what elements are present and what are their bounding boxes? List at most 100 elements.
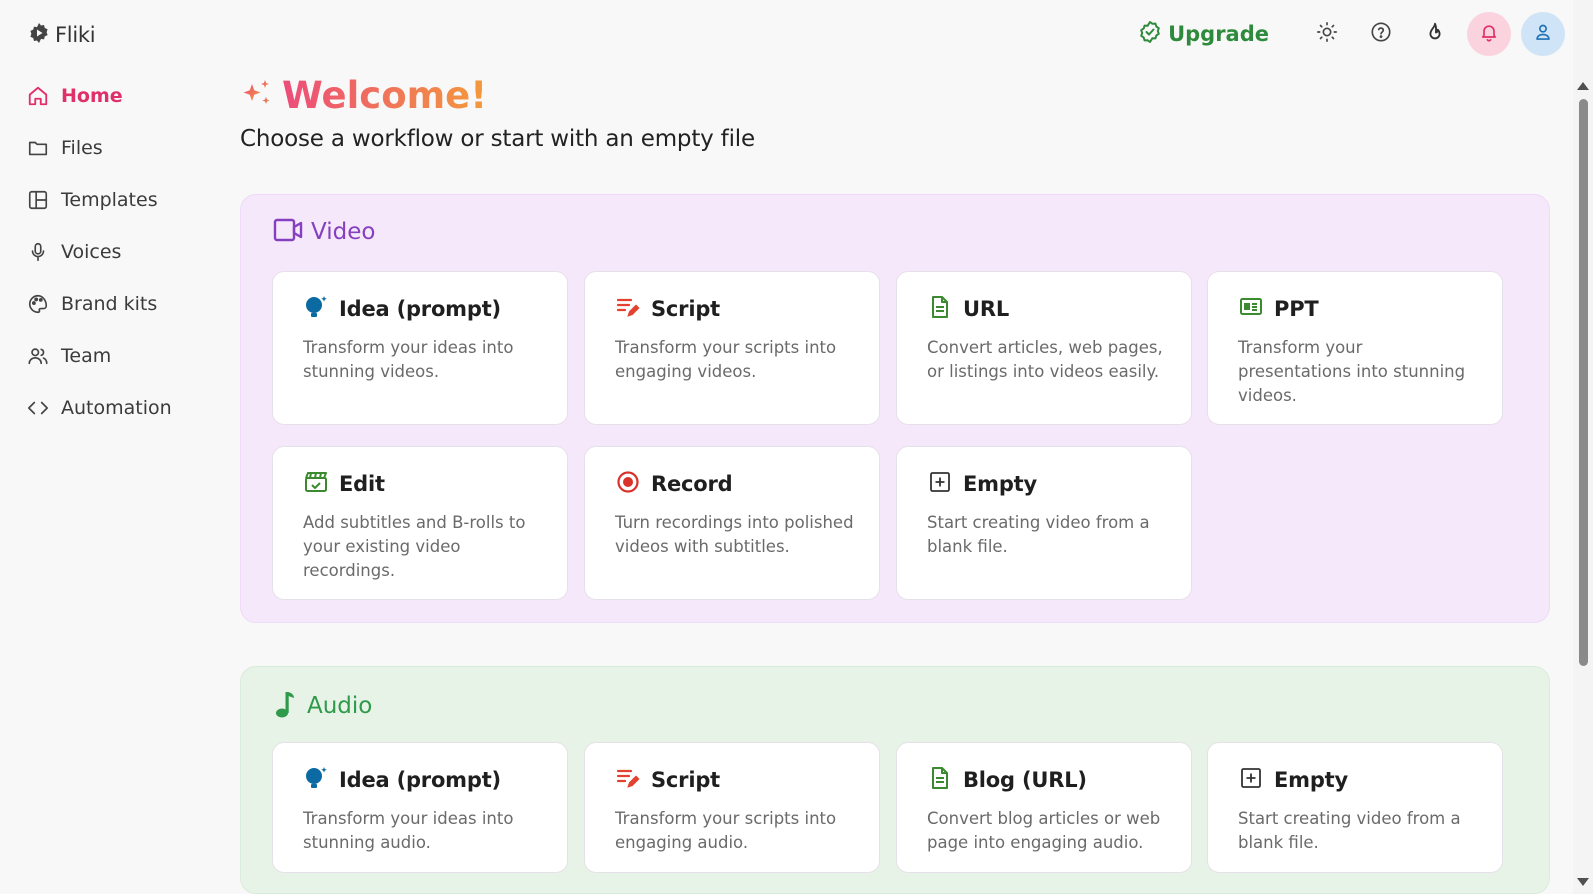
card-title: Empty [1274,768,1348,792]
help-icon [1370,21,1392,47]
audio-card-idea[interactable]: Idea (prompt) Transform your ideas into … [272,742,568,873]
sidebar-item-home[interactable]: Home [16,70,206,122]
streak-button[interactable] [1413,12,1457,56]
sidebar-item-automation[interactable]: Automation [16,382,206,434]
sidebar-item-label: Files [61,137,103,159]
palette-icon [27,293,49,315]
video-card-ppt[interactable]: PPT Transform your presentations into st… [1207,271,1503,425]
card-header: Idea (prompt) [303,294,543,324]
help-button[interactable] [1359,12,1403,56]
account-button[interactable] [1521,12,1565,56]
video-card-idea[interactable]: Idea (prompt) Transform your ideas into … [272,271,568,425]
video-card-script[interactable]: Script Transform your scripts into engag… [584,271,880,425]
flame-icon [1424,21,1446,47]
card-description: Convert articles, web pages, or listings… [927,338,1163,381]
plus-square-icon [927,469,953,499]
document-icon [927,294,953,324]
scroll-down-arrow-icon[interactable] [1577,878,1589,886]
sparkles-icon [240,76,274,114]
welcome-title: Welcome! [282,73,488,117]
card-description: Transform your ideas into stunning audio… [303,809,514,852]
sidebar-item-templates[interactable]: Templates [16,174,206,226]
idea-icon [303,294,329,324]
sidebar-item-label: Brand kits [61,293,158,315]
audio-card-script[interactable]: Script Transform your scripts into engag… [584,742,880,873]
record-icon [615,469,641,499]
page-scrollbar[interactable] [1573,0,1593,894]
card-header: Record [615,469,855,499]
sidebar-item-files[interactable]: Files [16,122,206,174]
video-section-header: Video [273,217,375,247]
music-note-icon [273,689,299,723]
sun-icon [1316,21,1338,47]
card-header: Script [615,294,855,324]
card-title: Record [651,472,733,496]
card-header: Blog (URL) [927,765,1167,795]
audio-section-title: Audio [307,693,373,719]
sidebar-nav: Home Files Templates Voices Brand kits T… [16,70,206,434]
clapper-icon [303,469,329,499]
video-card-record[interactable]: Record Turn recordings into polished vid… [584,446,880,600]
card-description: Transform your presentations into stunni… [1238,338,1466,405]
main-content: Welcome! Choose a workflow or start with… [240,70,1550,153]
app-name: Fliki [55,23,96,47]
card-title: Empty [963,472,1037,496]
document-icon [927,765,953,795]
mic-icon [27,241,49,263]
card-header: Idea (prompt) [303,765,543,795]
audio-card-empty[interactable]: Empty Start creating video from a blank … [1207,742,1503,873]
sidebar-item-voices[interactable]: Voices [16,226,206,278]
layout-icon [27,189,49,211]
user-icon [1533,22,1553,46]
plus-square-icon [1238,765,1264,795]
sidebar-item-team[interactable]: Team [16,330,206,382]
video-section-title: Video [311,219,376,245]
script-icon [615,765,641,795]
card-description: Start creating video from a blank file. [927,513,1150,556]
sidebar-item-label: Team [61,345,112,367]
video-card-edit[interactable]: Edit Add subtitles and B-rolls to your e… [272,446,568,600]
presentation-icon [1238,294,1264,324]
sidebar-item-label: Templates [61,189,158,211]
card-header: PPT [1238,294,1478,324]
sidebar-item-brand-kits[interactable]: Brand kits [16,278,206,330]
video-section: Video Idea (prompt) Transform your ideas… [240,194,1550,623]
audio-section: Audio Idea (prompt) Transform your ideas… [240,666,1550,894]
theme-toggle-button[interactable] [1305,12,1349,56]
card-title: Script [651,768,720,792]
card-description: Add subtitles and B-rolls to your existi… [303,513,526,580]
card-description: Convert blog articles or web page into e… [927,809,1161,852]
audio-card-blog-url[interactable]: Blog (URL) Convert blog articles or web … [896,742,1192,873]
notifications-button[interactable] [1467,12,1511,56]
topbar-actions: Upgrade [1138,12,1565,56]
code-icon [27,397,49,419]
scrollbar-thumb[interactable] [1579,99,1588,666]
card-title: Idea (prompt) [339,768,501,792]
card-description: Start creating video from a blank file. [1238,809,1461,852]
upgrade-label: Upgrade [1168,22,1269,46]
app-root: Fliki Home Files Templates Voices Brand … [0,0,1593,894]
video-card-empty[interactable]: Empty Start creating video from a blank … [896,446,1192,600]
card-title: PPT [1274,297,1319,321]
card-header: Edit [303,469,543,499]
sidebar-item-label: Home [61,85,123,107]
card-title: URL [963,297,1010,321]
sidebar-item-label: Voices [61,241,122,263]
card-title: Edit [339,472,385,496]
home-icon [27,85,49,107]
bell-icon [1479,22,1499,46]
video-card-url[interactable]: URL Convert articles, web pages, or list… [896,271,1192,425]
verified-badge-icon [1138,20,1162,49]
card-header: Empty [927,469,1167,499]
script-icon [615,294,641,324]
app-logo[interactable]: Fliki [27,21,96,49]
video-camera-icon [273,217,303,247]
logo-icon [27,21,51,49]
scroll-up-arrow-icon[interactable] [1577,82,1589,90]
card-title: Script [651,297,720,321]
card-description: Turn recordings into polished videos wit… [615,513,854,556]
idea-icon [303,765,329,795]
card-description: Transform your scripts into engaging aud… [615,809,837,852]
upgrade-button[interactable]: Upgrade [1138,20,1269,49]
card-header: Empty [1238,765,1478,795]
